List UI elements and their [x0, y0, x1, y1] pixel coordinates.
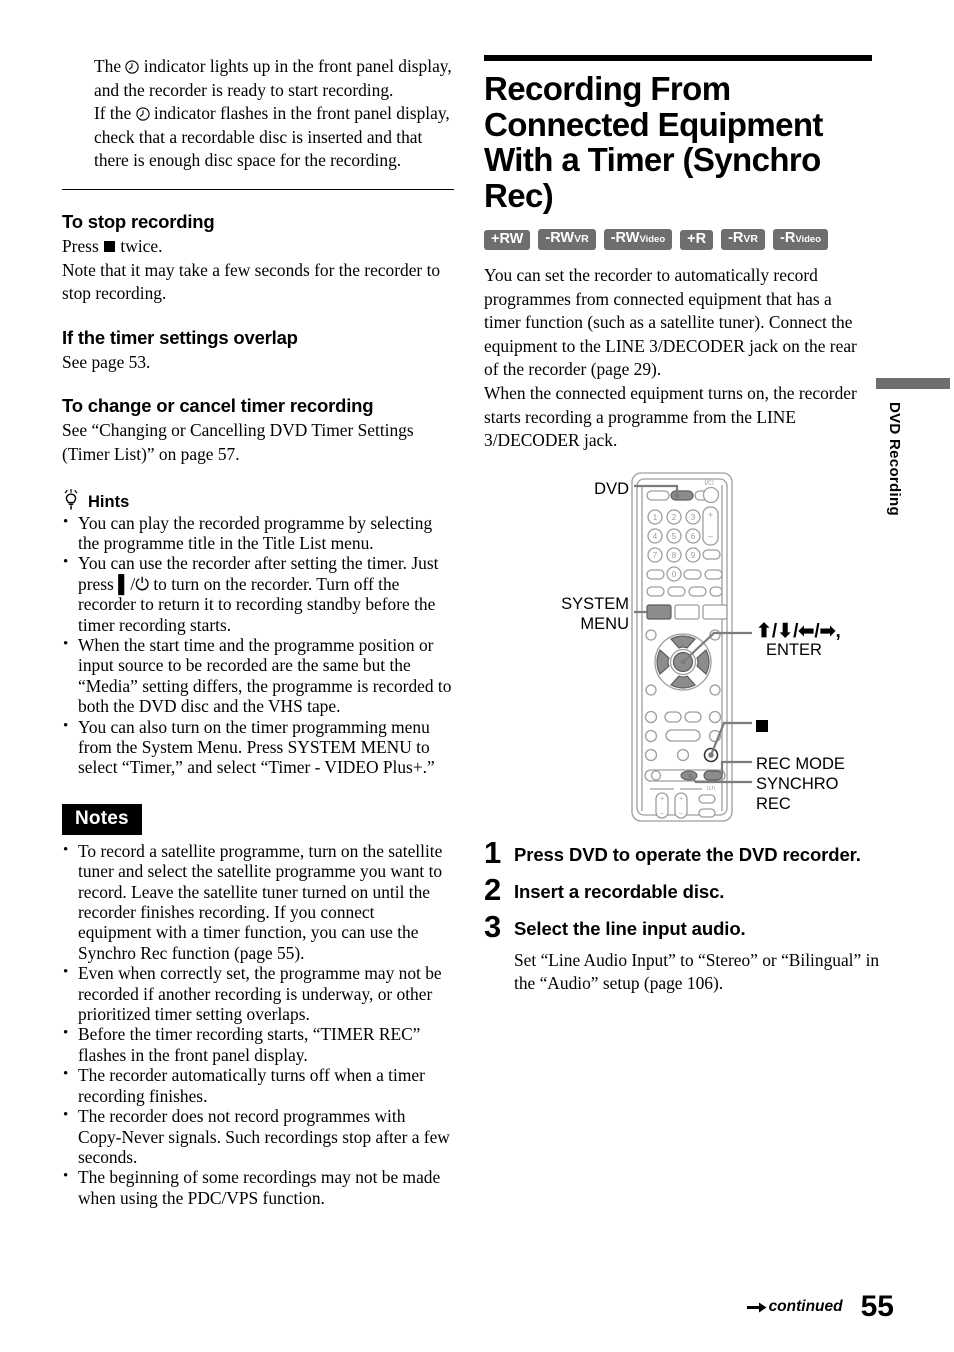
list-item: The recorder automatically turns off whe…: [62, 1064, 452, 1106]
step-text: Select the line input audio.: [514, 918, 746, 939]
svg-text:3: 3: [691, 513, 696, 522]
badge-minus-rw-vr: -RWVR: [538, 229, 596, 250]
intro-block: The indicator lights up in the front pan…: [62, 55, 452, 173]
svg-text:6: 6: [691, 532, 696, 541]
section-divider: [62, 188, 454, 190]
badge-main: +R: [687, 230, 707, 247]
step-number: 3: [484, 909, 502, 944]
to-stop-recording-note: Note that it may take a few seconds for …: [62, 259, 441, 304]
heading-change-cancel-timer: To change or cancel timer recording: [62, 395, 374, 417]
title-rule: [484, 55, 872, 61]
continued-label: continued: [768, 1298, 843, 1315]
remote-illustration: .ol { fill:none; stroke:#9d9d9d; stroke-…: [631, 472, 752, 822]
side-tab-bar: [876, 378, 950, 389]
to-stop-recording-body: Press twice.: [62, 235, 452, 259]
intro-p2-pre: If the: [94, 103, 136, 124]
side-tab: DVD Recording: [876, 378, 950, 516]
notes-list: To record a satellite programme, turn on…: [62, 840, 452, 1208]
step-3-detail: Set “Line Audio Input” to “Stereo” or “B…: [514, 950, 880, 993]
list-item: You can also turn on the timer programmi…: [62, 716, 452, 778]
svg-text:+: +: [708, 510, 713, 520]
step-1: 1 Press DVD to operate the DVD recorder.: [484, 835, 884, 870]
step-number: 1: [484, 835, 502, 870]
svg-text:2: 2: [672, 513, 677, 522]
list-item: To record a satellite programme, turn on…: [62, 840, 452, 963]
badge-main: -RW: [610, 230, 640, 246]
timer-clock-icon: [135, 104, 150, 121]
badge-plus-rw: +RW: [484, 229, 531, 250]
badge-minus-r-video: -RVideo: [773, 229, 829, 250]
change-cancel-body: See “Changing or Cancelling DVD Timer Se…: [62, 420, 414, 464]
svg-text:Ich: Ich: [707, 786, 715, 792]
right-body-paragraph-2: When the connected equipment turns on, t…: [484, 382, 857, 451]
disc-format-badges: +RW -RWVR -RWVideo +R -RVR -RVideo: [484, 229, 872, 250]
timer-clock-icon: [125, 57, 140, 74]
lightbulb-icon: [62, 488, 80, 511]
step-text: Insert a recordable disc.: [514, 881, 725, 902]
svg-text:7: 7: [653, 551, 658, 560]
timer-overlap-body: See page 53.: [62, 351, 151, 372]
intro-p1-pre: The: [94, 56, 126, 76]
right-column: Recording From Connected Equipment With …: [484, 55, 872, 453]
left-column: The indicator lights up in the front pan…: [62, 55, 454, 1208]
badge-main: +RW: [491, 230, 524, 247]
svg-text:9: 9: [691, 551, 696, 560]
svg-text:8: 8: [672, 551, 677, 560]
hints-label: Hints: [88, 492, 130, 511]
svg-text:+: +: [679, 796, 683, 803]
list-item: Before the timer recording starts, “TIME…: [62, 1023, 452, 1065]
page-title: Recording From Connected Equipment With …: [484, 70, 823, 214]
step-number: 2: [484, 872, 502, 907]
heading-to-stop-recording: To stop recording: [62, 210, 215, 232]
stop-body-pre: Press: [62, 235, 104, 256]
svg-text:–: –: [660, 810, 664, 817]
badge-minus-r-vr: -RVR: [721, 229, 765, 250]
hints-header: Hints: [62, 488, 452, 511]
side-tab-label: DVD Recording: [886, 402, 903, 516]
badge-sub: Video: [639, 234, 666, 245]
badge-sub: Video: [795, 234, 822, 245]
hints-list: You can play the recorded programme by s…: [62, 512, 452, 778]
badge-sub: VR: [574, 233, 589, 245]
svg-text:5: 5: [672, 532, 677, 541]
svg-text:–: –: [679, 810, 683, 817]
page-footer: continued 55: [0, 1292, 954, 1322]
svg-text:0: 0: [672, 570, 677, 579]
badge-main: -RW: [545, 230, 575, 246]
list-item: The beginning of some recordings may not…: [62, 1166, 452, 1208]
intro-paragraph-2: If the indicator flashes in the front pa…: [94, 102, 452, 173]
badge-plus-r: +R: [680, 229, 714, 250]
heading-timer-settings-overlap: If the timer settings overlap: [62, 326, 298, 348]
system-menu-button: [646, 604, 672, 620]
svg-text:I/⏻: I/⏻: [704, 479, 714, 487]
list-item: When the start time and the programme po…: [62, 634, 452, 717]
list-item: Even when correctly set, the programme m…: [62, 962, 452, 1024]
right-body-paragraph-1: You can set the recorder to automaticall…: [484, 265, 857, 380]
intro-paragraph-1: The indicator lights up in the front pan…: [94, 55, 452, 102]
stop-body-post: twice.: [116, 235, 163, 256]
remote-control-diagram: DVD SYSTEM MENU ⬆/⬇/⬅/➡, ENTER REC MODE …: [484, 455, 884, 830]
svg-text:+: +: [660, 796, 664, 803]
badge-minus-rw-video: -RWVideo: [603, 229, 673, 250]
step-text: Press DVD to operate the DVD recorder.: [514, 844, 861, 865]
list-item: You can play the recorded programme by s…: [62, 512, 452, 554]
svg-text:–: –: [708, 531, 713, 541]
stop-square-icon: [104, 240, 116, 252]
intro-p1-post: indicator lights up in the front panel d…: [94, 56, 452, 100]
page-number: 55: [860, 1290, 894, 1323]
rec-mode-button: [703, 770, 723, 781]
badge-sub: VR: [743, 233, 758, 245]
dvd-button: [670, 490, 694, 501]
continued-arrow-icon: [746, 1301, 767, 1314]
svg-text:4: 4: [653, 532, 658, 541]
badge-main: -R: [728, 230, 744, 246]
badge-main: -R: [780, 230, 796, 246]
notes-header-badge: Notes: [62, 803, 142, 835]
steps-list: 1 Press DVD to operate the DVD recorder.…: [484, 835, 884, 995]
step-3: 3 Select the line input audio.: [484, 909, 884, 944]
list-item: The recorder does not record programmes …: [62, 1105, 452, 1167]
svg-text:1: 1: [653, 513, 658, 522]
step-2: 2 Insert a recordable disc.: [484, 872, 884, 907]
list-item: You can use the recorder after setting t…: [62, 552, 452, 635]
